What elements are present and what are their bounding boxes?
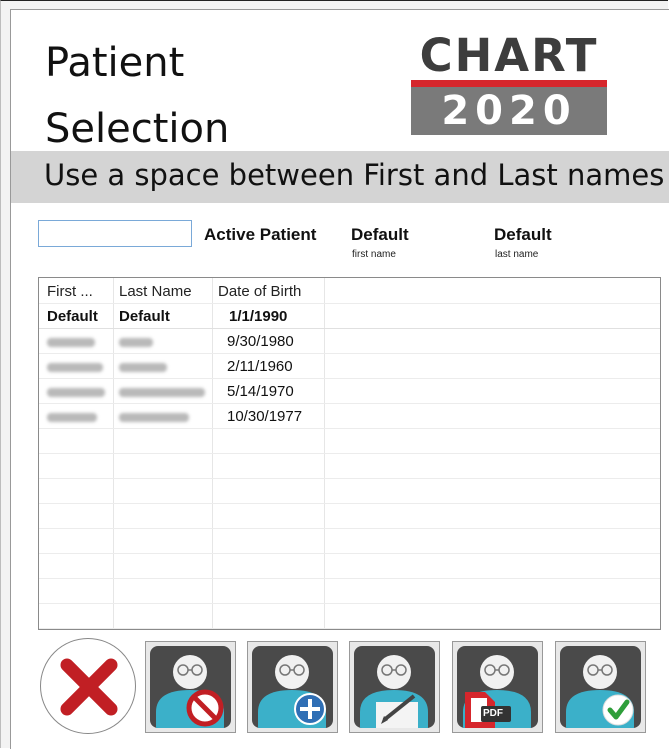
- red-x-icon: [60, 658, 118, 716]
- page-title: Patient Selection: [45, 30, 229, 162]
- column-header-first[interactable]: First ...: [47, 283, 93, 300]
- patient-edit-icon: [360, 655, 428, 728]
- pdf-badge: PDF: [483, 708, 503, 719]
- table-row-empty: [39, 453, 660, 479]
- active-patient-label: Active Patient: [204, 225, 317, 244]
- select-patient-button[interactable]: [555, 641, 646, 733]
- last-name-caption: last name: [495, 249, 539, 260]
- delete-patient-button[interactable]: [145, 641, 236, 733]
- cell-last-name-redacted: [119, 408, 189, 425]
- logo-text-bottom: 2020: [411, 87, 607, 135]
- table-row[interactable]: 9/30/1980: [39, 328, 660, 354]
- logo-text-top: CHART: [419, 29, 599, 82]
- table-row-empty: [39, 603, 660, 629]
- cancel-button[interactable]: [40, 638, 136, 734]
- table-row-empty: [39, 503, 660, 529]
- table-row-empty: [39, 478, 660, 504]
- table-row-empty: [39, 428, 660, 454]
- page-title-line1: Patient: [45, 40, 185, 86]
- active-last-name: Default: [494, 225, 552, 244]
- cell-dob: 2/11/1960: [227, 358, 293, 375]
- cell-dob: 1/1/1990: [229, 308, 288, 325]
- cell-last-name-redacted: [119, 383, 205, 400]
- hint-bar: Use a space between First and Last names: [11, 151, 669, 203]
- cell-dob: 5/14/1970: [227, 383, 294, 400]
- column-header-last[interactable]: Last Name: [119, 283, 192, 300]
- patient-search-input[interactable]: [38, 220, 192, 247]
- chart2020-logo: CHART 2020: [409, 33, 609, 135]
- table-row[interactable]: Default Default 1/1/1990: [39, 303, 660, 329]
- cell-first-name-redacted: [47, 333, 95, 350]
- table-header-row: First ... Last Name Date of Birth: [39, 278, 660, 304]
- table-row-empty: [39, 528, 660, 554]
- cell-dob: 9/30/1980: [227, 333, 294, 350]
- table-row[interactable]: 10/30/1977: [39, 403, 660, 429]
- active-first-name: Default: [351, 225, 409, 244]
- cell-first-name: Default: [47, 308, 98, 325]
- cell-first-name-redacted: [47, 383, 105, 400]
- cell-first-name-redacted: [47, 358, 103, 375]
- table-row[interactable]: 5/14/1970: [39, 378, 660, 404]
- edit-patient-button[interactable]: [349, 641, 440, 733]
- table-row-empty: [39, 578, 660, 604]
- table-row-empty: [39, 553, 660, 579]
- cell-dob: 10/30/1977: [227, 408, 303, 425]
- table-row[interactable]: 2/11/1960: [39, 353, 660, 379]
- cell-first-name-redacted: [47, 408, 97, 425]
- cell-last-name-redacted: [119, 333, 153, 350]
- cell-last-name-redacted: [119, 358, 167, 375]
- patient-forbidden-icon: [156, 655, 224, 728]
- first-name-caption: first name: [352, 249, 396, 260]
- patient-pdf-button[interactable]: PDF: [452, 641, 543, 733]
- add-patient-button[interactable]: [247, 641, 338, 733]
- patient-table[interactable]: First ... Last Name Date of Birth Defaul…: [38, 277, 661, 630]
- patient-check-icon: [566, 655, 634, 728]
- column-header-dob[interactable]: Date of Birth: [218, 283, 301, 300]
- cell-last-name: Default: [119, 308, 170, 325]
- patient-add-icon: [258, 655, 326, 728]
- hint-text: Use a space between First and Last names: [44, 158, 665, 192]
